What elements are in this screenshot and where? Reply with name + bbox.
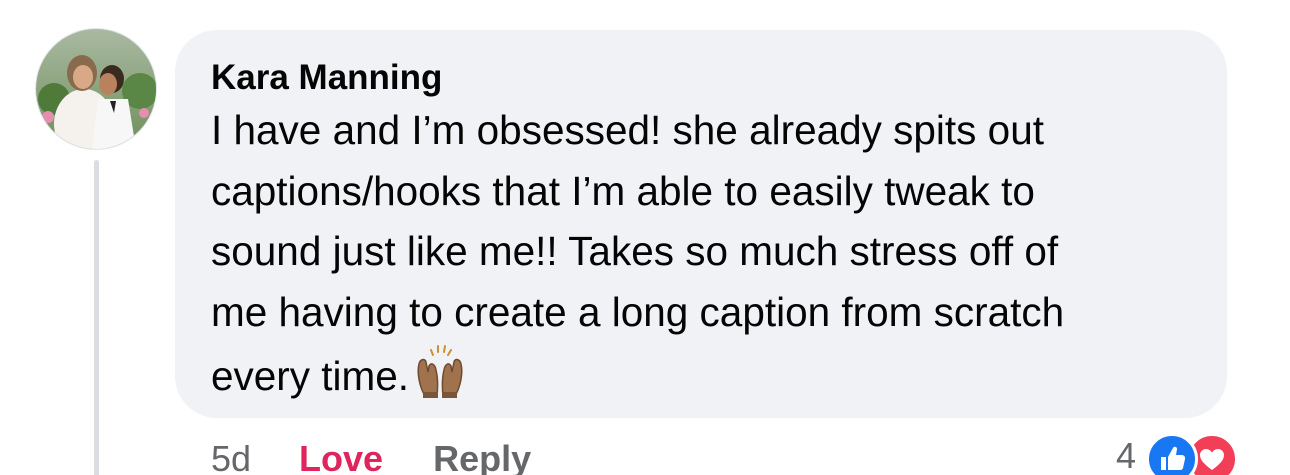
comment-text: I have and I’m obsessed! she already spi… <box>211 100 1197 417</box>
comment-author[interactable]: Kara Manning <box>211 58 1197 98</box>
reaction-summary[interactable]: 4 <box>1116 428 1244 475</box>
comment-text-end: every time. <box>211 353 410 399</box>
raising-hands-emoji <box>411 342 469 417</box>
comment-text-line: captions/hooks that I’m able to easily t… <box>211 167 1035 214</box>
comment-timestamp[interactable]: 5d <box>211 434 251 475</box>
comment-actions: 5d Love Reply <box>211 434 531 475</box>
comment-text-line: me having to create a long caption from … <box>211 288 1065 335</box>
comment-bubble: Kara Manning I have and I’m obsessed! sh… <box>175 30 1227 418</box>
comment-text-line: I have and I’m obsessed! she already spi… <box>211 107 1044 153</box>
reply-button[interactable]: Reply <box>433 434 531 475</box>
avatar[interactable] <box>35 28 157 150</box>
love-reaction-button[interactable]: Love <box>299 434 383 475</box>
comment-text-line-last: every time. <box>211 342 1197 417</box>
thread-connector-line <box>94 160 99 475</box>
reaction-count: 4 <box>1116 435 1137 475</box>
reaction-icons <box>1146 431 1244 475</box>
like-icon <box>1146 433 1199 475</box>
comment-thread: Kara Manning I have and I’m obsessed! sh… <box>0 0 1290 475</box>
comment-text-line: sound just like me!! Takes so much stres… <box>211 228 1059 274</box>
